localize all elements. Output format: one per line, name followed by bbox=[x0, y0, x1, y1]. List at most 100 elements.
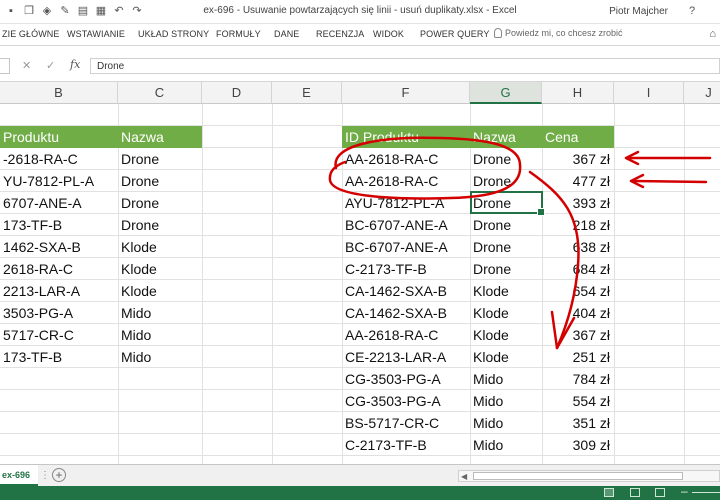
left-table-cell-name[interactable]: Drone bbox=[118, 214, 202, 236]
right-table-header-cena[interactable]: Cena bbox=[542, 126, 614, 148]
right-table-cell-price[interactable]: 351 zł bbox=[542, 412, 614, 434]
zoom-slider[interactable] bbox=[692, 492, 720, 493]
right-table-cell-id[interactable]: BC-6707-ANE-A bbox=[342, 236, 470, 258]
cancel-icon[interactable]: ✕ bbox=[22, 59, 31, 72]
horizontal-scrollbar[interactable]: ◀ bbox=[458, 470, 720, 482]
right-table-cell-id[interactable]: CE-2213-LAR-A bbox=[342, 346, 470, 368]
right-table-cell-price[interactable]: 393 zł bbox=[542, 192, 614, 214]
tab-data[interactable]: DANE bbox=[274, 29, 299, 39]
left-table-cell-id[interactable]: YU-7812-PL-A bbox=[0, 170, 118, 192]
right-table-cell-id[interactable]: CA-1462-SXA-B bbox=[342, 302, 470, 324]
right-table-cell-name[interactable]: Mido bbox=[470, 390, 542, 412]
right-table-cell-price[interactable]: 309 zł bbox=[542, 434, 614, 456]
left-table-cell-id[interactable]: 5717-CR-C bbox=[0, 324, 118, 346]
left-table-cell-id[interactable]: 173-TF-B bbox=[0, 346, 118, 368]
right-table-cell-id[interactable]: AA-2618-RA-C bbox=[342, 324, 470, 346]
right-table-cell-price[interactable]: 367 zł bbox=[542, 324, 614, 346]
left-table-cell-id[interactable]: 173-TF-B bbox=[0, 214, 118, 236]
right-table-cell-name[interactable]: Klode bbox=[470, 324, 542, 346]
zoom-out-icon[interactable]: – bbox=[681, 484, 688, 498]
right-table-cell-name[interactable]: Drone bbox=[470, 214, 542, 236]
right-table-cell-price[interactable]: 684 zł bbox=[542, 258, 614, 280]
left-table-cell-id[interactable]: 6707-ANE-A bbox=[0, 192, 118, 214]
tab-home[interactable]: ZIE GŁÓWNE bbox=[2, 29, 60, 39]
right-table-cell-price[interactable]: 654 zł bbox=[542, 280, 614, 302]
left-table-cell-name[interactable]: Mido bbox=[118, 324, 202, 346]
tab-scroll-icon[interactable]: ⋮ bbox=[40, 470, 50, 481]
left-table-cell-name[interactable]: Klode bbox=[118, 280, 202, 302]
right-table-cell-name[interactable]: Mido bbox=[470, 434, 542, 456]
right-table-cell-name[interactable]: Klode bbox=[470, 346, 542, 368]
right-table-cell-name[interactable]: Drone bbox=[470, 148, 542, 170]
right-table-cell-id[interactable]: CA-1462-SXA-B bbox=[342, 280, 470, 302]
worksheet-grid[interactable]: B C D E F G H I J Produktu Nazwa -2618-RA-… bbox=[0, 82, 720, 464]
insert-function-icon[interactable]: fx bbox=[70, 58, 80, 71]
left-table-header-nazwa[interactable]: Nazwa bbox=[118, 126, 202, 148]
right-table-cell-price[interactable]: 554 zł bbox=[542, 390, 614, 412]
left-table-cell-id[interactable]: 2618-RA-C bbox=[0, 258, 118, 280]
right-table-cell-id[interactable]: BS-5717-CR-C bbox=[342, 412, 470, 434]
left-table-header-produktu[interactable]: Produktu bbox=[0, 126, 118, 148]
tab-page-layout[interactable]: UKŁAD STRONY bbox=[138, 29, 209, 39]
active-cell-selection[interactable] bbox=[470, 191, 545, 216]
right-table-cell-name[interactable]: Klode bbox=[470, 280, 542, 302]
enter-icon[interactable]: ✓ bbox=[46, 59, 55, 72]
name-box[interactable] bbox=[0, 58, 10, 74]
column-header-c[interactable]: C bbox=[118, 82, 202, 104]
right-table-cell-price[interactable]: 638 zł bbox=[542, 236, 614, 258]
left-table-cell-name[interactable]: Mido bbox=[118, 302, 202, 324]
right-table-cell-name[interactable]: Mido bbox=[470, 412, 542, 434]
right-table-cell-price[interactable]: 404 zł bbox=[542, 302, 614, 324]
formula-input[interactable]: Drone bbox=[90, 58, 720, 74]
column-header-e[interactable]: E bbox=[272, 82, 342, 104]
tab-insert[interactable]: WSTAWIANIE bbox=[67, 29, 125, 39]
column-header-g[interactable]: G bbox=[470, 82, 542, 104]
right-table-cell-id[interactable]: AYU-7812-PL-A bbox=[342, 192, 470, 214]
tell-me-box[interactable]: Powiedz mi, co chcesz zrobić bbox=[494, 28, 623, 38]
column-header-i[interactable]: I bbox=[614, 82, 684, 104]
right-table-cell-name[interactable]: Klode bbox=[470, 302, 542, 324]
right-table-cell-id[interactable]: CG-3503-PG-A bbox=[342, 390, 470, 412]
tab-review[interactable]: RECENZJA bbox=[316, 29, 364, 39]
left-table-cell-name[interactable]: Mido bbox=[118, 346, 202, 368]
column-header-d[interactable]: D bbox=[202, 82, 272, 104]
right-table-cell-price[interactable]: 784 zł bbox=[542, 368, 614, 390]
share-icon[interactable]: ⌂ bbox=[709, 28, 716, 40]
tab-view[interactable]: WIDOK bbox=[373, 29, 404, 39]
column-header-j[interactable]: J bbox=[684, 82, 720, 104]
right-table-cell-price[interactable]: 218 zł bbox=[542, 214, 614, 236]
scrollbar-thumb[interactable] bbox=[473, 472, 683, 480]
right-table-cell-id[interactable]: C-2173-TF-B bbox=[342, 258, 470, 280]
right-table-cell-price[interactable]: 367 zł bbox=[542, 148, 614, 170]
right-table-cell-price[interactable]: 251 zł bbox=[542, 346, 614, 368]
column-header-b[interactable]: B bbox=[0, 82, 118, 104]
help-button[interactable]: ? bbox=[684, 3, 700, 19]
column-header-f[interactable]: F bbox=[342, 82, 470, 104]
left-table-cell-id[interactable]: 2213-LAR-A bbox=[0, 280, 118, 302]
page-break-view-icon[interactable] bbox=[655, 488, 665, 497]
right-table-header-id[interactable]: ID Produktu bbox=[342, 126, 470, 148]
right-table-cell-name[interactable]: Drone bbox=[470, 236, 542, 258]
left-table-cell-name[interactable]: Drone bbox=[118, 170, 202, 192]
right-table-cell-id[interactable]: AA-2618-RA-C bbox=[342, 148, 470, 170]
right-table-cell-name[interactable]: Drone bbox=[470, 170, 542, 192]
user-name[interactable]: Piotr Majcher bbox=[609, 6, 668, 17]
right-table-cell-id[interactable]: C-2173-TF-B bbox=[342, 434, 470, 456]
column-header-h[interactable]: H bbox=[542, 82, 614, 104]
right-table-cell-id[interactable]: BC-6707-ANE-A bbox=[342, 214, 470, 236]
left-table-cell-name[interactable]: Drone bbox=[118, 192, 202, 214]
left-table-cell-name[interactable]: Klode bbox=[118, 258, 202, 280]
left-table-cell-id[interactable]: -2618-RA-C bbox=[0, 148, 118, 170]
left-table-cell-id[interactable]: 3503-PG-A bbox=[0, 302, 118, 324]
left-table-cell-name[interactable]: Drone bbox=[118, 148, 202, 170]
tab-formulas[interactable]: FORMUŁY bbox=[216, 29, 261, 39]
right-table-header-nazwa[interactable]: Nazwa bbox=[470, 126, 542, 148]
left-table-cell-name[interactable]: Klode bbox=[118, 236, 202, 258]
tab-power-query[interactable]: POWER QUERY bbox=[420, 29, 489, 39]
right-table-cell-id[interactable]: AA-2618-RA-C bbox=[342, 170, 470, 192]
sheet-tab-active[interactable]: ex-696 bbox=[0, 465, 38, 486]
left-table-cell-id[interactable]: 1462-SXA-B bbox=[0, 236, 118, 258]
page-layout-view-icon[interactable] bbox=[630, 488, 640, 497]
right-table-cell-price[interactable]: 477 zł bbox=[542, 170, 614, 192]
normal-view-icon[interactable] bbox=[604, 488, 614, 497]
